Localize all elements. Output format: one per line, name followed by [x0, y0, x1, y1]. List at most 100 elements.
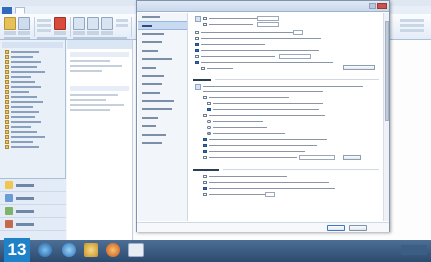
options-scrollbar[interactable]: [383, 13, 389, 221]
list-item[interactable]: [70, 70, 102, 72]
option-checkbox[interactable]: [195, 60, 333, 65]
ignore-button[interactable]: [37, 19, 51, 22]
more-respond-button[interactable]: [116, 24, 128, 27]
option-radio[interactable]: [207, 125, 267, 130]
option-checkbox[interactable]: [195, 54, 275, 59]
checkbox[interactable]: [203, 192, 207, 197]
checkbox[interactable]: [203, 95, 207, 100]
file-explorer-icon[interactable]: [84, 243, 98, 257]
option-checkbox[interactable]: [203, 95, 289, 100]
outlook-taskbar-icon[interactable]: [128, 243, 144, 257]
checkbox[interactable]: [203, 174, 207, 179]
option-checkbox[interactable]: [203, 149, 305, 154]
tab-file[interactable]: [2, 6, 12, 14]
nav-calendar-button[interactable]: [0, 192, 66, 205]
option-checkbox[interactable]: [203, 113, 325, 118]
checkbox[interactable]: [195, 42, 199, 47]
checkbox[interactable]: [203, 143, 207, 148]
nav-contacts-button[interactable]: [0, 205, 66, 218]
options-category-item[interactable]: [138, 114, 187, 122]
filter-email-button[interactable]: [400, 29, 424, 32]
ok-button[interactable]: [327, 225, 345, 231]
days-stepper[interactable]: [293, 30, 303, 35]
tab-home[interactable]: [15, 6, 25, 14]
scrollbar-thumb[interactable]: [385, 21, 389, 121]
delete-icon[interactable]: [54, 17, 66, 30]
radio-button[interactable]: [207, 125, 211, 130]
checkbox[interactable]: [195, 54, 199, 59]
radio-button[interactable]: [207, 119, 211, 124]
radio-button[interactable]: [207, 131, 211, 136]
option-checkbox[interactable]: [201, 66, 233, 71]
reply-all-icon[interactable]: [87, 17, 99, 30]
new-email-icon[interactable]: [4, 17, 16, 30]
checkbox[interactable]: [195, 48, 199, 53]
checkbox[interactable]: [195, 60, 199, 65]
default-sensitivity-select[interactable]: [257, 22, 279, 27]
options-category-item[interactable]: [138, 139, 187, 147]
list-item[interactable]: [70, 99, 106, 101]
new-items-icon[interactable]: [18, 17, 30, 30]
list-item[interactable]: [70, 109, 110, 111]
option-checkbox[interactable]: [195, 30, 293, 35]
browse-button[interactable]: [343, 155, 361, 160]
favorites-header[interactable]: [2, 42, 63, 48]
internet-explorer-icon[interactable]: [62, 243, 76, 257]
option-checkbox[interactable]: [203, 180, 329, 185]
checkbox[interactable]: [201, 66, 205, 71]
options-category-item[interactable]: [138, 55, 187, 63]
checkbox[interactable]: [203, 180, 207, 185]
checkbox[interactable]: [203, 137, 207, 142]
checkbox[interactable]: [195, 36, 199, 41]
tracking-folder-select[interactable]: [299, 155, 335, 160]
options-category-item[interactable]: [138, 105, 187, 113]
option-checkbox[interactable]: [207, 101, 323, 106]
nav-mail-button[interactable]: [0, 179, 66, 192]
checkbox[interactable]: [203, 16, 207, 21]
tab-send-receive[interactable]: [28, 6, 38, 14]
options-category-item[interactable]: [138, 89, 187, 97]
nav-tasks-button[interactable]: [0, 218, 66, 231]
cancel-button[interactable]: [349, 225, 367, 231]
help-button[interactable]: [369, 3, 376, 9]
options-category-item[interactable]: [138, 47, 187, 55]
options-category-item[interactable]: [138, 130, 187, 138]
reply-icon[interactable]: [73, 17, 85, 30]
tab-folder[interactable]: [41, 6, 51, 14]
option-checkbox[interactable]: [203, 16, 257, 21]
options-category-item[interactable]: [138, 38, 187, 46]
checkbox[interactable]: [203, 186, 207, 191]
checkbox[interactable]: [203, 155, 207, 160]
meeting-button[interactable]: [116, 19, 128, 22]
options-category-item[interactable]: [138, 97, 187, 105]
option-checkbox[interactable]: [203, 22, 253, 27]
option-checkbox[interactable]: [203, 174, 287, 179]
option-checkbox[interactable]: [207, 107, 319, 112]
options-category-item[interactable]: [138, 30, 187, 38]
checkbox[interactable]: [195, 30, 199, 35]
media-player-icon[interactable]: [106, 243, 120, 257]
options-category-item[interactable]: [138, 122, 187, 130]
checkbox[interactable]: [207, 107, 211, 112]
options-category-item[interactable]: [138, 21, 187, 30]
checkbox[interactable]: [207, 101, 211, 106]
folder-item[interactable]: [0, 144, 65, 149]
options-category-item[interactable]: [138, 63, 187, 71]
forward-icon[interactable]: [101, 17, 113, 30]
option-checkbox[interactable]: [195, 42, 265, 47]
checkbox[interactable]: [203, 149, 207, 154]
address-book-button[interactable]: [400, 24, 424, 27]
options-category-item[interactable]: [138, 13, 187, 21]
international-options-button[interactable]: [343, 65, 375, 70]
option-checkbox[interactable]: [203, 155, 297, 160]
find-contact-box[interactable]: [400, 19, 424, 22]
list-item[interactable]: [70, 104, 124, 106]
option-checkbox[interactable]: [195, 36, 321, 41]
tab-view[interactable]: [54, 6, 64, 14]
checkbox[interactable]: [203, 113, 207, 118]
option-checkbox[interactable]: [203, 137, 327, 142]
option-checkbox[interactable]: [203, 192, 265, 197]
tab-addins[interactable]: [67, 6, 77, 14]
clean-up-button[interactable]: [37, 24, 51, 27]
options-category-item[interactable]: [138, 72, 187, 80]
